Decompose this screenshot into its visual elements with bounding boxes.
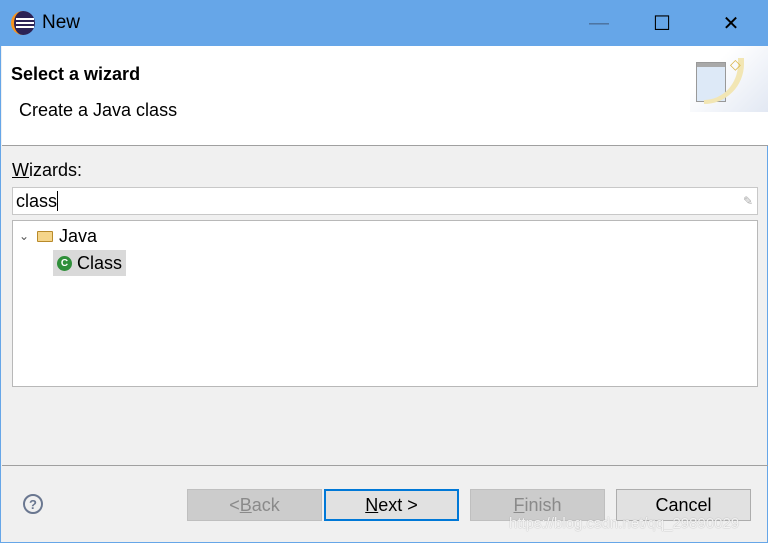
new-wizard-dialog: New — ☐ ✕ Select a wizard Create a Java … (0, 0, 768, 543)
wizard-banner-icon: ◇ (690, 46, 768, 112)
wizard-tree[interactable]: ⌄ Java C Class (12, 220, 758, 387)
watermark: https://blog.csdn.net/qq_29890029 (509, 515, 740, 532)
java-class-icon: C (57, 255, 72, 271)
tree-item-label: Class (77, 252, 123, 273)
chevron-down-icon[interactable]: ⌄ (19, 229, 33, 243)
wizard-filter-input[interactable]: class ✎ (12, 187, 758, 215)
wizards-label: Wizards: (12, 160, 83, 180)
title-bar: New — ☐ ✕ (1, 1, 768, 46)
tree-item-label: Java (59, 225, 98, 246)
clear-filter-icon[interactable]: ✎ (743, 194, 753, 208)
tree-item-class[interactable]: C Class (53, 250, 127, 276)
eclipse-logo-icon (11, 11, 35, 35)
wizard-header: Select a wizard Create a Java class ◇ (2, 46, 768, 146)
maximize-button[interactable]: ☐ (639, 1, 685, 46)
separator (2, 465, 768, 466)
minimize-button[interactable]: — (576, 1, 622, 46)
window-title: New (42, 12, 81, 33)
next-button[interactable]: Next > (324, 489, 459, 521)
page-description: Create a Java class (19, 100, 178, 120)
tree-item-java[interactable]: ⌄ Java (19, 223, 97, 249)
close-button[interactable]: ✕ (708, 1, 754, 46)
folder-open-icon (37, 230, 53, 242)
back-button[interactable]: < Back (187, 489, 322, 521)
page-title: Select a wizard (11, 64, 141, 84)
help-icon[interactable]: ? (23, 494, 43, 514)
